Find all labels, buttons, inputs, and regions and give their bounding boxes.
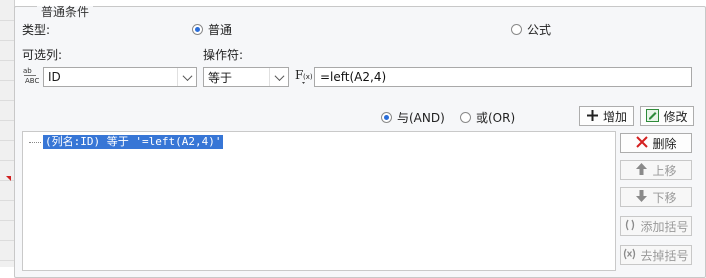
modify-button-label: 修改 — [663, 109, 688, 124]
abc-field-icon: ab ABC — [23, 66, 41, 86]
edit-icon — [646, 108, 660, 124]
logic-or-radio[interactable]: 或(OR) — [460, 109, 515, 126]
column-value: ID — [48, 70, 61, 84]
move-down-button[interactable]: 下移 — [620, 187, 692, 207]
radio-unselected-icon — [511, 24, 522, 35]
svg-text:(x): (x) — [303, 73, 313, 81]
spreadsheet-edge — [0, 0, 15, 267]
svg-text:ab: ab — [23, 67, 32, 75]
type-normal-label: 普通 — [208, 23, 233, 37]
column-select[interactable]: ID — [43, 67, 197, 87]
tree-connector — [29, 141, 41, 143]
remove-bracket-button[interactable]: 去掉括号 — [620, 245, 692, 265]
operator-value: 等于 — [208, 70, 233, 85]
type-formula-radio[interactable]: 公式 — [511, 21, 551, 38]
type-formula-label: 公式 — [527, 23, 552, 37]
tree-node[interactable]: (列名:ID) 等于 '=left(A2,4)' — [29, 135, 224, 149]
move-up-button[interactable]: 上移 — [620, 160, 692, 180]
logic-and-radio[interactable]: 与(AND) — [381, 109, 445, 126]
tree-node-label: (列名:ID) 等于 '=left(A2,4)' — [43, 135, 224, 149]
group-title: 普通条件 — [37, 6, 94, 18]
add-bracket-button-label: 添加括号 — [640, 219, 689, 234]
up-arrow-icon — [635, 163, 648, 177]
move-down-button-label: 下移 — [652, 190, 677, 205]
radio-selected-icon — [192, 24, 203, 35]
radio-selected-icon — [381, 112, 392, 123]
condition-tree[interactable]: (列名:ID) 等于 '=left(A2,4)' — [22, 131, 616, 271]
radio-unselected-icon — [460, 112, 471, 123]
type-normal-radio[interactable]: 普通 — [192, 21, 232, 38]
column-label: 可选列: — [22, 48, 63, 62]
comment-marker-icon — [6, 176, 11, 181]
logic-or-label: 或(OR) — [476, 111, 516, 125]
logic-and-label: 与(AND) — [397, 111, 445, 125]
down-arrow-icon — [635, 190, 648, 204]
remove-brackets-icon — [623, 248, 636, 262]
remove-bracket-button-label: 去掉括号 — [640, 248, 689, 263]
chevron-down-icon[interactable] — [177, 68, 196, 86]
type-label: 类型: — [22, 23, 51, 37]
modify-button[interactable]: 修改 — [640, 106, 694, 126]
add-button-label: 增加 — [602, 109, 627, 124]
plus-icon — [586, 109, 599, 123]
chevron-down-icon[interactable] — [269, 68, 288, 86]
delete-button-label: 删除 — [652, 136, 677, 151]
formula-editor-icon[interactable]: F (x) — [295, 67, 313, 88]
brackets-icon — [623, 219, 636, 233]
move-up-button-label: 上移 — [652, 163, 677, 178]
value-input[interactable]: =left(A2,4) — [314, 67, 692, 87]
svg-text:ABC: ABC — [25, 77, 39, 85]
operator-label: 操作符: — [203, 48, 244, 62]
delete-button[interactable]: 删除 — [620, 133, 692, 153]
add-button[interactable]: 增加 — [579, 106, 634, 126]
operator-select[interactable]: 等于 — [203, 67, 289, 87]
add-bracket-button[interactable]: 添加括号 — [620, 216, 692, 236]
red-x-icon — [635, 136, 648, 150]
